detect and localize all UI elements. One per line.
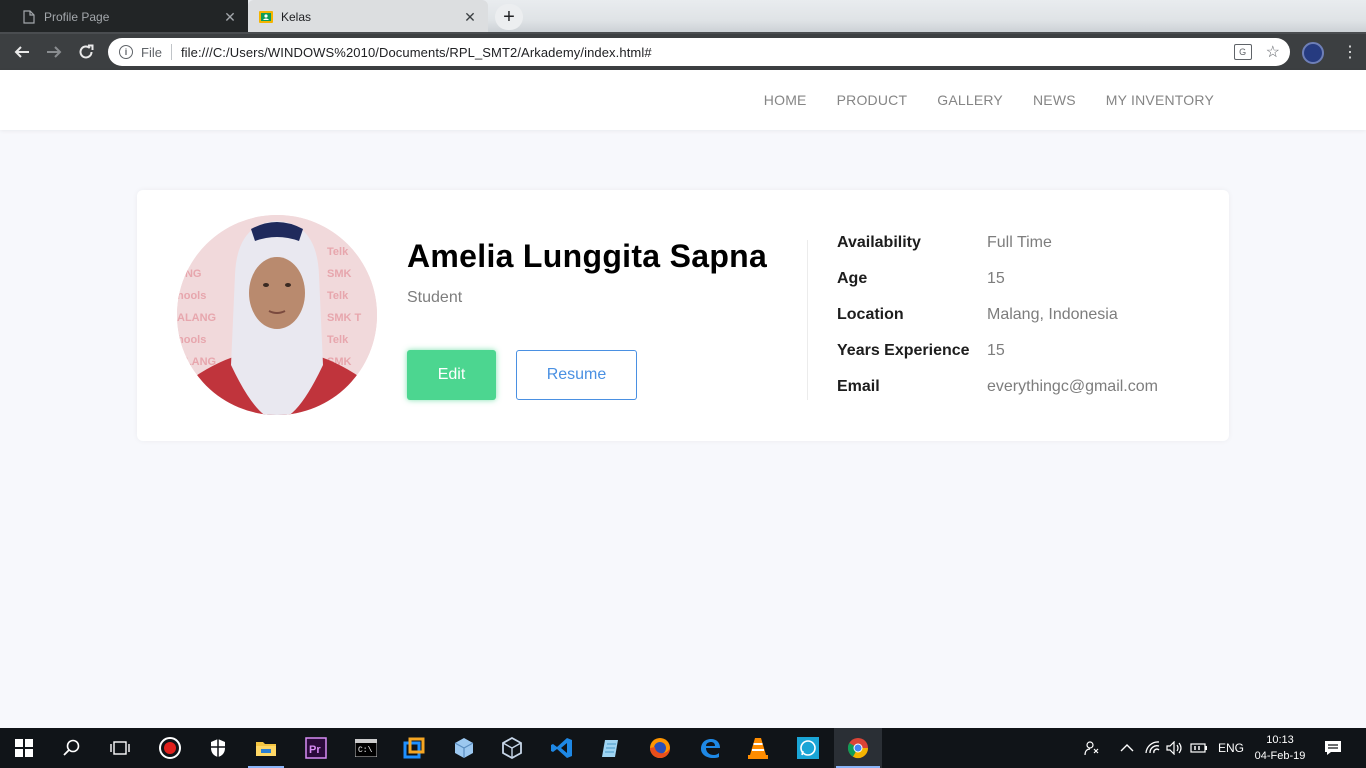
browser-tab-strip: Profile Page ✕ Kelas ✕ + bbox=[0, 0, 1366, 34]
profile-photo: ols Telk ANG SMK hools Telk ALANG SMK T hool… bbox=[177, 215, 377, 415]
back-arrow-icon[interactable] bbox=[10, 40, 34, 64]
premiere-icon[interactable]: Pr bbox=[292, 728, 340, 768]
detail-value: 15 bbox=[987, 342, 1005, 359]
browser-toolbar: i File file:///C:/Users/WINDOWS%2010/Doc… bbox=[0, 34, 1366, 70]
detail-label: Age bbox=[837, 270, 868, 287]
edge-icon[interactable] bbox=[686, 728, 734, 768]
info-icon[interactable]: i bbox=[119, 45, 133, 59]
detail-label: Years Experience bbox=[837, 342, 970, 359]
clock-date: 04-Feb-19 bbox=[1254, 750, 1306, 762]
volume-icon[interactable] bbox=[1166, 728, 1182, 768]
svg-text:SMK: SMK bbox=[327, 268, 352, 280]
chrome-icon[interactable] bbox=[834, 728, 882, 768]
translate-icon[interactable]: G bbox=[1233, 44, 1252, 60]
firefox-icon[interactable] bbox=[636, 728, 684, 768]
nav-gallery[interactable]: GALLERY bbox=[937, 92, 1003, 108]
profile-name: Amelia Lunggita Sapna bbox=[407, 238, 768, 274]
detail-value[interactable]: everythingc@gmail.com bbox=[987, 378, 1158, 396]
detail-row-experience: Years Experience 15 bbox=[837, 342, 1158, 378]
tab-kelas[interactable]: Kelas ✕ bbox=[248, 0, 488, 34]
detail-row-location: Location Malang, Indonesia bbox=[837, 306, 1158, 342]
svg-text:ALANG: ALANG bbox=[177, 356, 216, 368]
whatsapp-icon[interactable] bbox=[784, 728, 832, 768]
search-icon[interactable] bbox=[48, 728, 96, 768]
clock-time: 10:13 bbox=[1266, 734, 1294, 746]
notepad-icon[interactable] bbox=[586, 728, 634, 768]
url-scheme-label: File bbox=[141, 44, 162, 60]
svg-text:Pr: Pr bbox=[309, 744, 321, 756]
vscode-icon[interactable] bbox=[538, 728, 586, 768]
close-icon[interactable]: ✕ bbox=[222, 9, 238, 25]
detail-label: Location bbox=[837, 306, 904, 323]
nav-my-inventory[interactable]: MY INVENTORY bbox=[1106, 92, 1214, 108]
svg-text:Telk: Telk bbox=[327, 290, 349, 302]
svg-text:ols: ols bbox=[177, 246, 193, 258]
nav-product[interactable]: PRODUCT bbox=[837, 92, 908, 108]
svg-text:C:\: C:\ bbox=[358, 746, 373, 755]
forward-arrow-icon[interactable] bbox=[42, 40, 66, 64]
terminal-icon[interactable]: C:\ bbox=[342, 728, 390, 768]
people-icon[interactable] bbox=[1084, 728, 1100, 768]
document-icon bbox=[22, 10, 36, 24]
svg-text:ALANG: ALANG bbox=[177, 312, 216, 324]
profile-role: Student bbox=[407, 289, 463, 306]
profile-identity: Amelia Lunggita Sapna Student bbox=[407, 238, 767, 307]
more-menu-icon[interactable]: ⋮ bbox=[1340, 42, 1360, 64]
tab-title: Profile Page bbox=[44, 10, 110, 24]
new-tab-button[interactable]: + bbox=[495, 4, 523, 30]
detail-value: Malang, Indonesia bbox=[987, 306, 1118, 323]
detail-value: Full Time bbox=[987, 234, 1052, 251]
detail-label: Availability bbox=[837, 234, 921, 251]
star-icon[interactable]: ☆ bbox=[1266, 42, 1280, 62]
svg-text:Telk: Telk bbox=[327, 246, 349, 258]
language-indicator[interactable]: ENG bbox=[1218, 728, 1244, 768]
chevron-up-icon[interactable] bbox=[1120, 728, 1134, 768]
svg-text:Telk: Telk bbox=[327, 334, 349, 346]
windows-taskbar: Pr C:\ ENG 10:13 04-Feb-19 bbox=[0, 728, 1366, 768]
system-clock[interactable]: 10:13 04-Feb-19 bbox=[1244, 732, 1316, 764]
vlc-icon[interactable] bbox=[734, 728, 782, 768]
file-explorer-icon[interactable] bbox=[242, 728, 290, 768]
close-icon[interactable]: ✕ bbox=[462, 9, 478, 25]
site-navbar: HOME PRODUCT GALLERY NEWS MY INVENTORY bbox=[0, 70, 1366, 130]
profile-card: ols Telk ANG SMK hools Telk ALANG SMK T hool… bbox=[137, 190, 1229, 441]
nav-news[interactable]: NEWS bbox=[1033, 92, 1076, 108]
svg-text:hools: hools bbox=[177, 290, 206, 302]
url-text[interactable]: file:///C:/Users/WINDOWS%2010/Documents/… bbox=[181, 45, 1234, 60]
detail-row-age: Age 15 bbox=[837, 270, 1158, 306]
record-icon[interactable] bbox=[146, 728, 194, 768]
nav-home[interactable]: HOME bbox=[764, 92, 807, 108]
profile-avatar-icon[interactable] bbox=[1302, 42, 1324, 64]
detail-value: 15 bbox=[987, 270, 1005, 287]
notification-icon[interactable] bbox=[1324, 728, 1342, 768]
resume-button[interactable]: Resume bbox=[516, 350, 637, 400]
card-divider bbox=[807, 240, 808, 400]
reload-icon[interactable] bbox=[74, 40, 98, 64]
tab-profile-page[interactable]: Profile Page ✕ bbox=[0, 0, 248, 34]
detail-row-email: Email everythingc@gmail.com bbox=[837, 378, 1158, 414]
svg-text:hools: hools bbox=[177, 334, 206, 346]
address-bar[interactable]: i File file:///C:/Users/WINDOWS%2010/Doc… bbox=[108, 38, 1290, 66]
wifi-icon[interactable] bbox=[1145, 728, 1161, 768]
address-divider bbox=[170, 44, 172, 60]
start-icon[interactable] bbox=[0, 728, 48, 768]
edit-button[interactable]: Edit bbox=[407, 350, 496, 400]
security-icon[interactable] bbox=[194, 728, 242, 768]
box-icon[interactable] bbox=[440, 728, 488, 768]
virtualbox-icon[interactable] bbox=[488, 728, 536, 768]
tab-title: Kelas bbox=[281, 10, 312, 24]
svg-text:ANG: ANG bbox=[177, 268, 201, 280]
profile-details: Availability Full Time Age 15 Location M… bbox=[837, 234, 1158, 414]
app-icon[interactable] bbox=[390, 728, 438, 768]
battery-icon[interactable] bbox=[1190, 728, 1208, 768]
classroom-icon bbox=[259, 10, 273, 24]
task-view-icon[interactable] bbox=[96, 728, 144, 768]
svg-text:SMK T: SMK T bbox=[327, 312, 362, 324]
detail-row-availability: Availability Full Time bbox=[837, 234, 1158, 270]
detail-label: Email bbox=[837, 378, 880, 395]
